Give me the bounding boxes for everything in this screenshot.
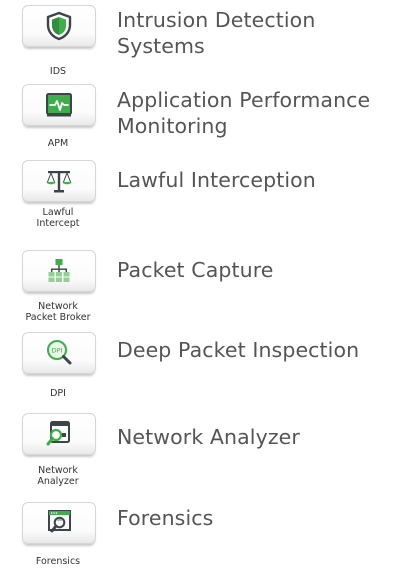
lawful-intercept-tile <box>22 160 96 202</box>
network-analyzer-tile <box>22 413 96 455</box>
network-analyzer-caption-line1: Network <box>38 465 78 476</box>
apm-caption: APM <box>47 138 69 149</box>
packet-capture-title: Packet Capture <box>117 258 274 282</box>
network-analyzer-title: Network Analyzer <box>117 425 300 449</box>
apm-title-line1: Application Performance <box>117 88 371 112</box>
intrusion-detection-title-line2: Systems <box>117 34 205 58</box>
heartbeat-monitor-icon <box>46 93 72 117</box>
network-analyzer-caption-line2: Analyzer <box>37 476 79 487</box>
network-packet-broker-tile <box>22 250 96 292</box>
apm-title: Application Performance Monitoring <box>117 87 397 139</box>
dpi-caption: DPI <box>50 388 66 399</box>
network-packet-broker-caption-line2: Packet Broker <box>25 312 91 323</box>
forensics-tile <box>22 502 96 544</box>
forensics-caption: Forensics <box>35 556 81 567</box>
shield-icon <box>46 11 72 41</box>
lawful-intercept-caption: Lawful Intercept <box>0 207 116 229</box>
lawful-interception-title: Lawful Interception <box>117 168 316 192</box>
ids-caption: IDS <box>49 66 67 77</box>
lawful-intercept-caption-line2: Intercept <box>36 218 80 229</box>
network-packet-broker-caption-line1: Network <box>38 301 78 312</box>
intrusion-detection-title: Intrusion Detection Systems <box>117 7 397 59</box>
network-hierarchy-icon <box>48 259 70 282</box>
apm-title-line2: Monitoring <box>117 114 228 138</box>
ids-tile <box>22 5 96 47</box>
intrusion-detection-title-line1: Intrusion Detection <box>117 8 316 32</box>
forensics-title: Forensics <box>117 506 214 530</box>
apm-tile <box>22 84 96 126</box>
deep-packet-inspection-title: Deep Packet Inspection <box>117 338 360 362</box>
network-packet-broker-caption: Network Packet Broker <box>0 301 116 323</box>
lawful-intercept-caption-line1: Lawful <box>42 207 74 218</box>
network-analyzer-caption: Network Analyzer <box>0 465 116 487</box>
scales-icon <box>46 171 72 193</box>
forensics-window-icon <box>48 510 71 533</box>
dpi-magnifier-icon: DPI <box>47 340 72 365</box>
network-analyzer-icon <box>46 421 70 446</box>
dpi-tile: DPI <box>22 332 96 374</box>
dpi-badge-text: DPI <box>52 347 63 355</box>
